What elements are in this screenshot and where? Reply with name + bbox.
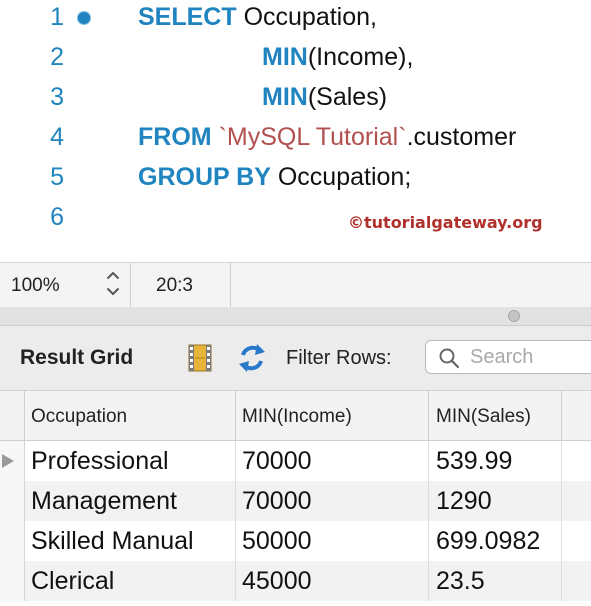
table-cell[interactable]: Skilled Manual [25,521,236,561]
table-header: Occupation MIN(Income) MIN(Sales) [0,391,591,441]
statement-marker-icon [78,12,90,24]
table-cell[interactable]: 50000 [236,521,429,561]
line-number: 5 [50,163,64,191]
table-cell[interactable]: 539.99 [429,441,562,481]
divider [230,263,231,307]
search-icon [439,348,460,369]
code-line-2[interactable]: MIN(Income), [262,42,413,72]
table-cell[interactable]: 45000 [236,561,429,601]
result-grid: Occupation MIN(Income) MIN(Sales) Profes… [0,391,591,606]
table-cell-filler [562,521,591,561]
code-line-4[interactable]: FROM `MySQL Tutorial`.customer [138,122,516,152]
sql-text: (Sales) [307,83,388,111]
line-number: 1 [50,3,64,31]
column-header-filler [562,391,591,440]
table-cell[interactable]: 699.0982 [429,521,562,561]
drag-handle-icon[interactable] [508,310,520,322]
editor-status-bar: 100% 20:3 [0,262,591,308]
chevron-down-icon[interactable] [106,287,120,296]
search-input[interactable] [470,344,590,370]
table-cell-filler [562,561,591,601]
sql-keyword: FROM [138,123,212,151]
panel-splitter[interactable] [0,307,591,326]
table-cell-filler [562,441,591,481]
watermark: ©tutorialgateway.org [348,213,543,232]
row-selector[interactable] [0,441,25,481]
sql-keyword: GROUP BY [138,163,271,191]
table-row[interactable]: Clerical 45000 23.5 [0,561,591,601]
table-cell[interactable]: Professional [25,441,236,481]
sql-keyword: SELECT [138,3,237,31]
row-selector[interactable] [0,561,25,601]
sql-text: (Income), [307,43,414,71]
table-row[interactable]: Management 70000 1290 [0,481,591,521]
row-selector[interactable] [0,521,25,561]
sql-keyword: MIN [262,83,308,111]
chevron-up-icon[interactable] [106,271,120,280]
result-toolbar: Result Grid Filter Rows: [0,326,591,391]
table-cell[interactable]: 1290 [429,481,562,521]
table-cell[interactable]: 70000 [236,441,429,481]
zoom-stepper[interactable] [100,269,128,301]
table-cell[interactable]: Management [25,481,236,521]
table-row[interactable]: Professional 70000 539.99 [0,441,591,481]
sql-text: Occupation, [236,3,377,31]
sql-keyword: MIN [262,43,308,71]
sql-identifier-quoted: `MySQL Tutorial` [218,123,407,151]
sql-text: .customer [406,123,517,151]
current-row-arrow-icon [2,454,14,468]
table-cell[interactable]: 23.5 [429,561,562,601]
zoom-level[interactable]: 100% [11,275,60,297]
refresh-icon[interactable] [235,341,269,375]
sql-editor[interactable]: 1 2 3 4 5 6 SELECT Occupation, MIN(Incom… [0,0,591,262]
divider [130,263,131,307]
result-grid-tab[interactable]: Result Grid [20,346,133,370]
column-header-min-income[interactable]: MIN(Income) [236,391,429,440]
line-number: 2 [50,43,64,71]
column-header-occupation[interactable]: Occupation [25,391,236,440]
row-gutter-header [0,391,25,440]
code-line-1[interactable]: SELECT Occupation, [138,2,377,32]
filter-search-box[interactable] [425,340,591,374]
line-number: 4 [50,123,64,151]
table-cell[interactable]: 70000 [236,481,429,521]
grid-view-icon[interactable] [186,343,214,373]
row-selector[interactable] [0,481,25,521]
line-number: 3 [50,83,64,111]
column-header-min-sales[interactable]: MIN(Sales) [429,391,562,440]
table-cell-filler [562,481,591,521]
sql-text: Occupation; [270,163,412,191]
filter-rows-label: Filter Rows: [286,347,392,369]
line-number: 6 [50,203,64,231]
table-row[interactable]: Skilled Manual 50000 699.0982 [0,521,591,561]
code-line-3[interactable]: MIN(Sales) [262,82,387,112]
table-cell[interactable]: Clerical [25,561,236,601]
code-line-5[interactable]: GROUP BY Occupation; [138,162,411,192]
cursor-position: 20:3 [156,275,193,296]
